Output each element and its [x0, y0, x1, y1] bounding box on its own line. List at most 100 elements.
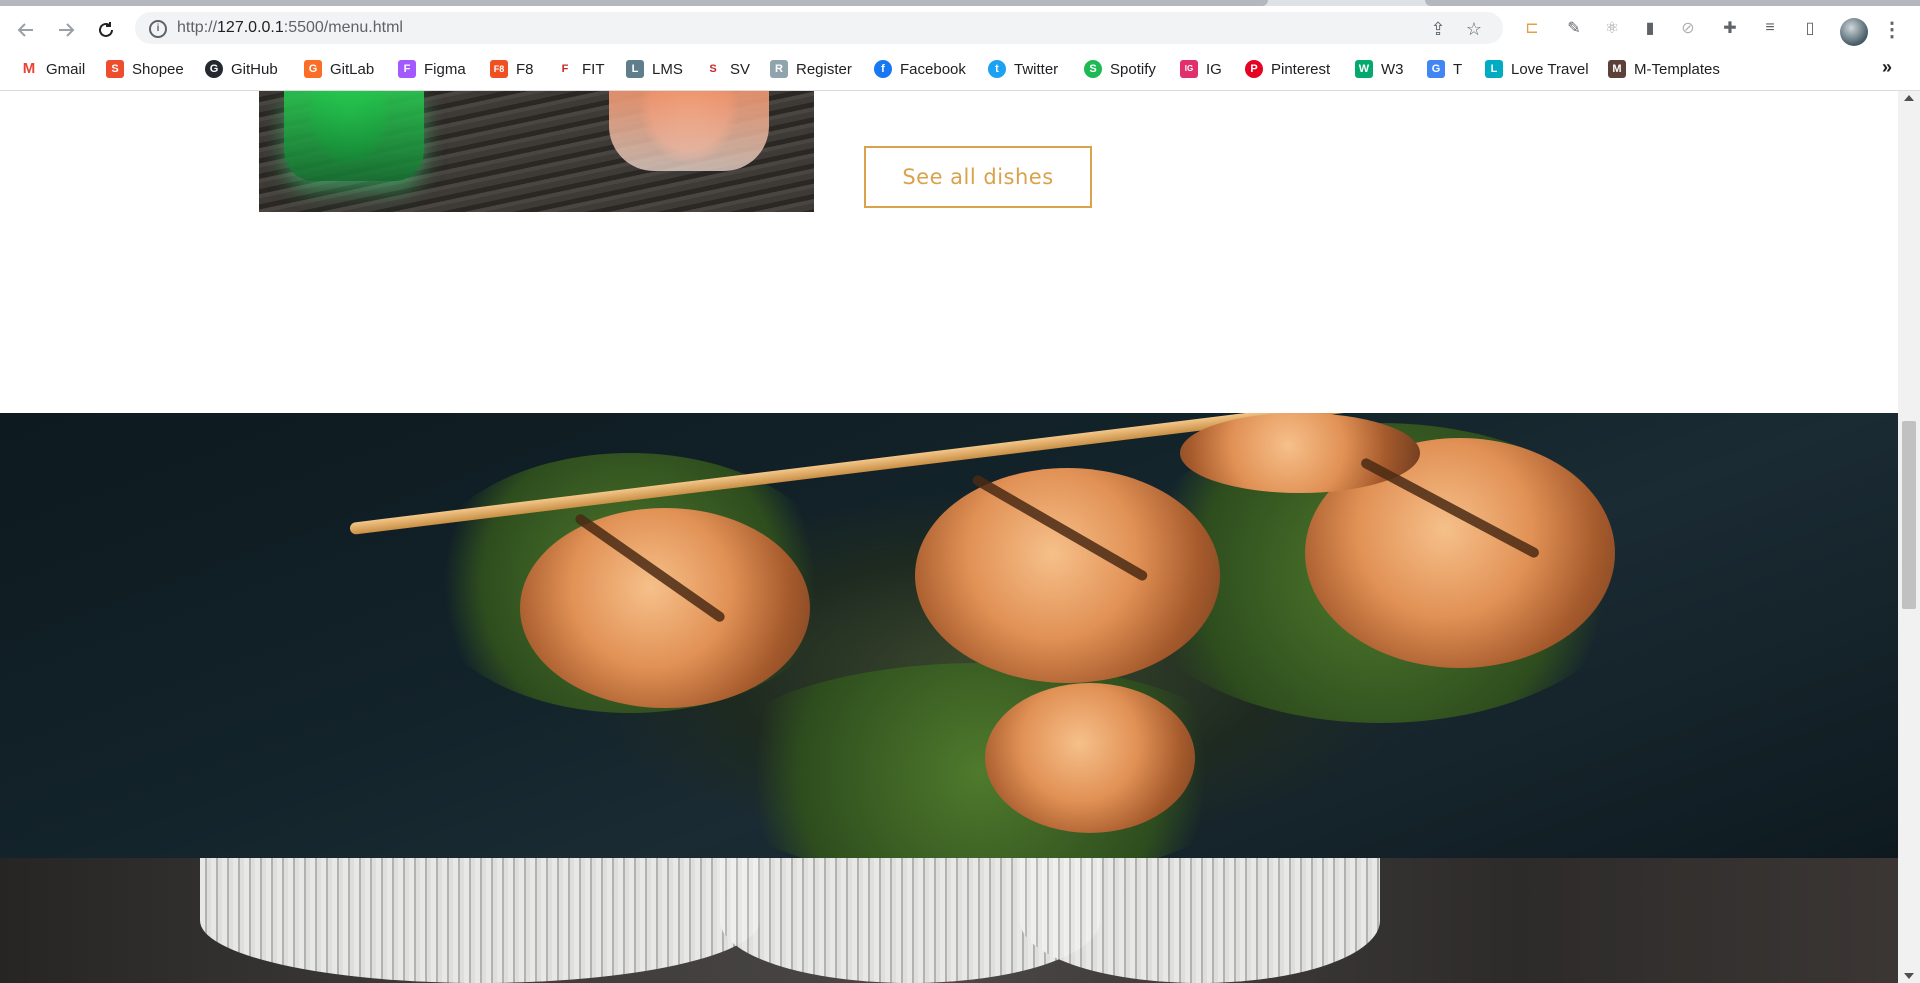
love-travel-icon: L [1485, 60, 1503, 78]
arrow-left-icon [17, 23, 33, 37]
github-icon: G [205, 60, 223, 78]
page-viewport: See all dishes [0, 91, 1898, 983]
orange-drink-glass [609, 91, 769, 171]
bookmark-shopee[interactable]: S Shopee [106, 57, 184, 81]
bookmark-label: Facebook [900, 60, 966, 78]
forward-button[interactable] [50, 14, 82, 46]
fit-icon: F [556, 60, 574, 78]
address-bar[interactable]: i http://127.0.0.1:5500/menu.html ⇪ ☆ [135, 12, 1503, 44]
bookmark-ig[interactable]: IG IG [1180, 57, 1222, 81]
back-button[interactable] [10, 14, 42, 46]
instagram-icon: IG [1180, 60, 1198, 78]
bookmark-label: LMS [652, 60, 683, 78]
bookmark-github[interactable]: G GitHub [205, 57, 278, 81]
green-drink-glass [284, 91, 424, 181]
shrimp [1180, 413, 1420, 493]
bookmark-m-templates[interactable]: M M-Templates [1608, 57, 1720, 81]
gitlab-icon: G [304, 60, 322, 78]
lms-icon: L [626, 60, 644, 78]
profile-avatar[interactable] [1840, 18, 1868, 46]
m-templates-icon: M [1608, 60, 1626, 78]
bookmarks-overflow-button[interactable]: » [1882, 57, 1892, 78]
page-scrollbar[interactable] [1898, 91, 1920, 983]
bookmark-label: SV [730, 60, 751, 78]
register-icon: R [770, 60, 788, 78]
f8-icon: F8 [490, 60, 508, 78]
shrimp [985, 683, 1195, 833]
shrimp-skewer-photo [0, 413, 1898, 858]
bookmark-gmail[interactable]: M Gmail [20, 57, 85, 81]
url-prefix: http:// [177, 19, 218, 36]
bookmark-label: T [1453, 60, 1463, 78]
bookmark-sv[interactable]: S SV [704, 57, 750, 81]
pinterest-icon: P [1245, 60, 1263, 78]
bookmark-label: Pinterest [1271, 60, 1331, 78]
extension-react-icon[interactable]: ⚛ [1600, 16, 1624, 40]
w3-icon: W [1355, 60, 1373, 78]
extension-ruler-icon[interactable]: ⊏ [1520, 16, 1544, 40]
bookmarks-bar: M Gmail S Shopee G GitHub G GitLab F Figma F8… [0, 49, 1920, 91]
reload-button[interactable] [90, 14, 122, 46]
bookmark-label: GitLab [330, 60, 375, 78]
url-text[interactable]: http://127.0.0.1:5500/menu.html [177, 19, 403, 37]
scroll-thumb[interactable] [1902, 421, 1916, 609]
bookmark-label: W3 [1381, 60, 1404, 78]
bookmark-figma[interactable]: F Figma [398, 57, 466, 81]
url-host: 127.0.0.1 [217, 19, 284, 36]
chandelier [200, 858, 760, 983]
bookmark-lms[interactable]: L LMS [626, 57, 683, 81]
facebook-icon: f [874, 60, 892, 78]
bookmark-label: FIT [582, 60, 605, 78]
see-all-dishes-button[interactable]: See all dishes [864, 146, 1092, 208]
bookmark-gitlab[interactable]: G GitLab [304, 57, 374, 81]
bookmark-fit[interactable]: F FIT [556, 57, 605, 81]
bookmark-label: Register [796, 60, 852, 78]
bookmark-w3[interactable]: W W3 [1355, 57, 1404, 81]
arrow-right-icon [59, 23, 75, 37]
bookmark-twitter[interactable]: t Twitter [988, 57, 1058, 81]
translate-icon: G [1427, 60, 1445, 78]
bookmark-label: Love Travel [1511, 60, 1589, 78]
puzzle-icon[interactable]: ✚ [1718, 16, 1742, 40]
bookmark-label: F8 [516, 60, 534, 78]
bookmark-label: GitHub [231, 60, 278, 78]
shrimp [915, 468, 1220, 683]
chandelier-photo [0, 858, 1898, 983]
kebab-icon[interactable]: ⋮ [1882, 18, 1902, 42]
side-panel-icon[interactable]: ▯ [1798, 16, 1822, 40]
scroll-down-arrow-icon[interactable] [1904, 973, 1914, 979]
scroll-up-arrow-icon[interactable] [1904, 95, 1914, 101]
bookmark-label: Spotify [1110, 60, 1156, 78]
reload-icon [99, 22, 113, 37]
twitter-icon: t [988, 60, 1006, 78]
bookmark-facebook[interactable]: f Facebook [874, 57, 966, 81]
bookmark-f8[interactable]: F8 F8 [490, 57, 534, 81]
bookmark-label: Gmail [46, 60, 86, 78]
bookmark-t[interactable]: GT [1427, 57, 1462, 81]
extension-battery-icon[interactable]: ▮ [1638, 16, 1662, 40]
share-icon[interactable]: ⇪ [1427, 18, 1449, 40]
shrimp [520, 508, 810, 708]
spotify-icon: S [1084, 60, 1102, 78]
sv-icon: S [704, 60, 722, 78]
bookmark-label: Twitter [1014, 60, 1059, 78]
reading-list-icon[interactable]: ≡ [1758, 16, 1782, 40]
info-icon[interactable]: i [149, 20, 167, 38]
bookmark-label: IG [1206, 60, 1222, 78]
chandelier [1020, 858, 1380, 983]
extension-eyedropper-icon[interactable]: ✎ [1562, 16, 1586, 40]
gmail-icon: M [20, 60, 38, 78]
bookmark-love-travel[interactable]: L Love Travel [1485, 57, 1589, 81]
drinks-photo [259, 91, 814, 212]
bookmark-label: Figma [424, 60, 466, 78]
bookmark-label: M-Templates [1634, 60, 1720, 78]
bookmark-pinterest[interactable]: P Pinterest [1245, 57, 1330, 81]
url-path: :5500/menu.html [283, 19, 403, 36]
extension-compass-icon[interactable]: ⊘ [1676, 16, 1700, 40]
bookmark-register[interactable]: R Register [770, 57, 852, 81]
bookmark-spotify[interactable]: S Spotify [1084, 57, 1156, 81]
browser-toolbar: i http://127.0.0.1:5500/menu.html ⇪ ☆ ⊏ … [0, 6, 1920, 49]
figma-icon: F [398, 60, 416, 78]
star-icon[interactable]: ☆ [1463, 18, 1485, 40]
shopee-icon: S [106, 60, 124, 78]
